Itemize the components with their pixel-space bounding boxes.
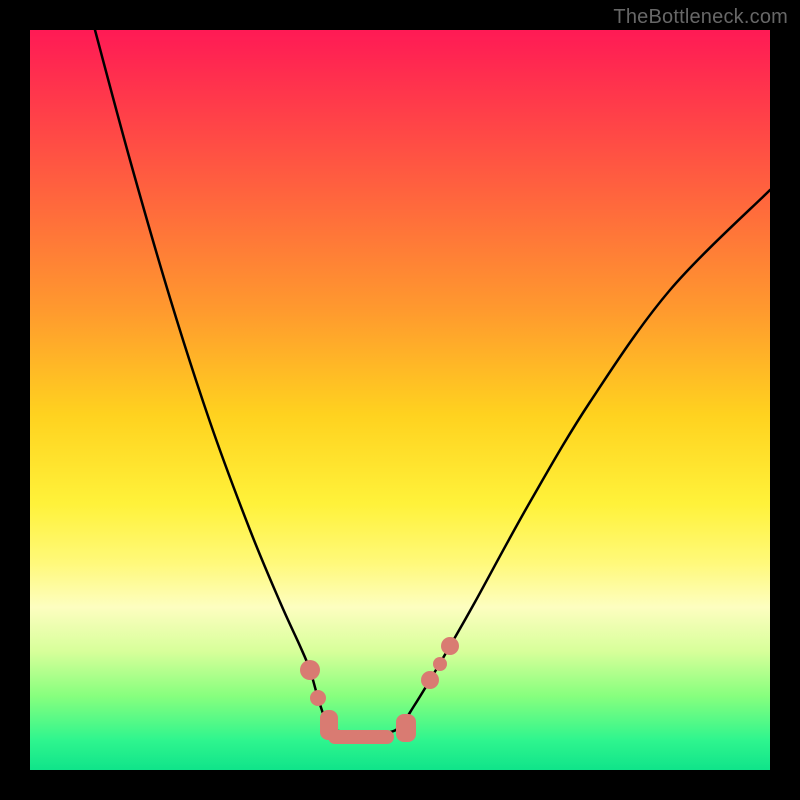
plot-area — [30, 30, 770, 770]
curve-marker-dot — [300, 660, 320, 680]
stage: TheBottleneck.com — [0, 0, 800, 800]
curve-marker-dot — [310, 690, 326, 706]
watermark-text: TheBottleneck.com — [613, 6, 788, 29]
markers-group — [300, 637, 459, 744]
curve-svg — [30, 30, 770, 770]
curve-marker-dot — [433, 657, 447, 671]
bottleneck-curve — [95, 30, 770, 733]
curve-marker-pill — [328, 730, 394, 744]
curve-marker-dot — [441, 637, 459, 655]
curve-marker-pill — [396, 714, 416, 742]
curve-marker-dot — [421, 671, 439, 689]
